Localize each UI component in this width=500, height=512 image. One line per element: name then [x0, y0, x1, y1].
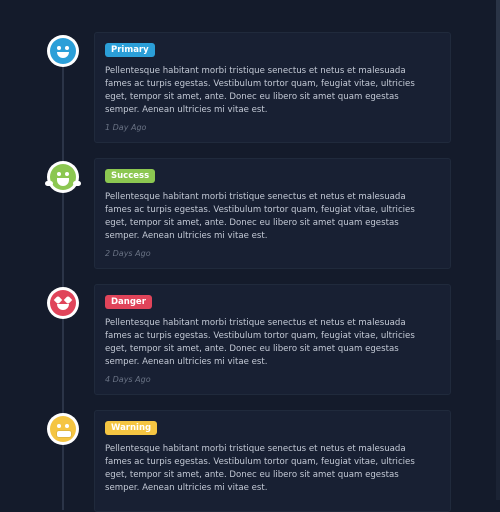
timestamp: 2 Days Ago [105, 249, 151, 258]
grimace-emoji-icon [50, 416, 76, 442]
smile-emoji-icon [50, 38, 76, 64]
timeline-card: Warning Pellentesque habitant morbi tris… [94, 410, 451, 512]
timeline-card: Success Pellentesque habitant morbi tris… [94, 158, 451, 269]
timeline-card: Danger Pellentesque habitant morbi trist… [94, 284, 451, 395]
timeline-text: Pellentesque habitant morbi tristique se… [105, 444, 415, 493]
status-badge: Warning [105, 421, 158, 435]
status-badge: Primary [105, 43, 155, 57]
timestamp: 4 Days Ago [105, 375, 151, 384]
scrollbar[interactable] [496, 0, 500, 500]
heart-eyes-emoji-icon [50, 290, 76, 316]
scrollbar-thumb[interactable] [496, 0, 500, 340]
status-badge: Danger [105, 295, 152, 309]
timeline-avatar [47, 35, 79, 67]
timeline-avatar [47, 287, 79, 319]
status-badge: Success [105, 169, 156, 183]
timeline-text: Pellentesque habitant morbi tristique se… [105, 318, 415, 367]
timeline-card: Primary Pellentesque habitant morbi tris… [94, 32, 451, 143]
timeline-avatar [47, 413, 79, 445]
timeline-text: Pellentesque habitant morbi tristique se… [105, 192, 415, 241]
timeline-text: Pellentesque habitant morbi tristique se… [105, 66, 415, 115]
laughing-emoji-icon [45, 164, 81, 190]
timeline-avatar [45, 161, 81, 193]
timestamp: 1 Day Ago [105, 123, 147, 132]
